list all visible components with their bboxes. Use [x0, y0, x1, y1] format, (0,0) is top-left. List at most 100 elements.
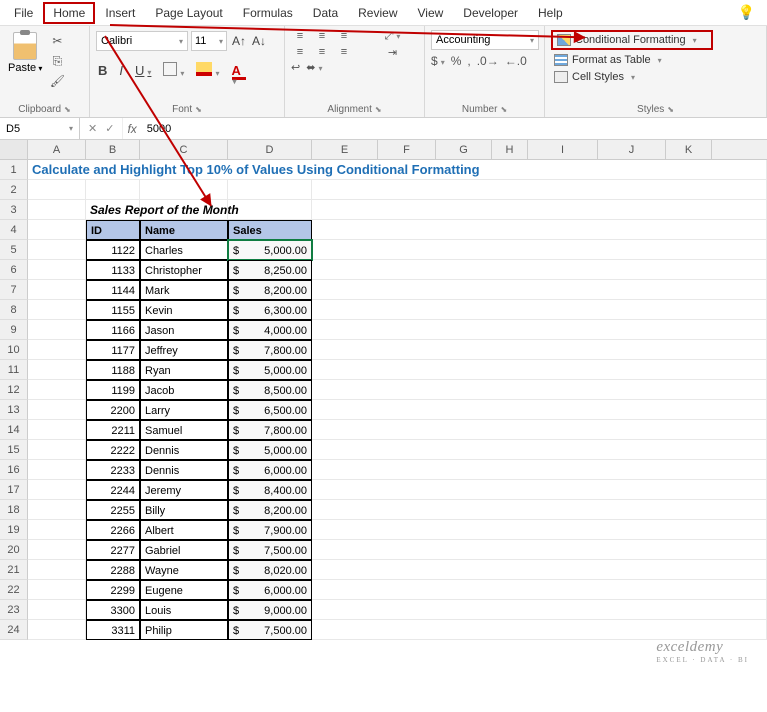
wrap-text-button[interactable]: ↩: [291, 61, 300, 74]
cell-id[interactable]: 2211: [86, 420, 140, 440]
row-header[interactable]: 18: [0, 500, 28, 520]
cell-name[interactable]: Eugene: [140, 580, 228, 600]
col-header-F[interactable]: F: [378, 140, 436, 159]
cell-sales[interactable]: $7,800.00: [228, 420, 312, 440]
decrease-font-button[interactable]: A↓: [250, 34, 268, 48]
cell-sales[interactable]: $6,500.00: [228, 400, 312, 420]
conditional-formatting-button[interactable]: Conditional Formatting: [551, 30, 713, 50]
border-button[interactable]: [161, 62, 186, 79]
cell-name[interactable]: Philip: [140, 620, 228, 640]
cell-name[interactable]: Billy: [140, 500, 228, 520]
header-sales[interactable]: Sales: [228, 220, 312, 240]
cell-name[interactable]: Larry: [140, 400, 228, 420]
row-header[interactable]: 24: [0, 620, 28, 640]
increase-decimal-button[interactable]: .0→: [477, 54, 499, 68]
align-left-button[interactable]: ≡: [291, 46, 309, 59]
bold-button[interactable]: B: [96, 63, 109, 78]
cell-id[interactable]: 1133: [86, 260, 140, 280]
cell-sales[interactable]: $7,800.00: [228, 340, 312, 360]
cell-name[interactable]: Christopher: [140, 260, 228, 280]
row-header[interactable]: 17: [0, 480, 28, 500]
cell-id[interactable]: 2288: [86, 560, 140, 580]
cell-sales[interactable]: $6,000.00: [228, 460, 312, 480]
row-header[interactable]: 7: [0, 280, 28, 300]
cell-name[interactable]: Kevin: [140, 300, 228, 320]
row-header[interactable]: 11: [0, 360, 28, 380]
cell-id[interactable]: 2255: [86, 500, 140, 520]
col-header-C[interactable]: C: [140, 140, 228, 159]
cell-id[interactable]: 2244: [86, 480, 140, 500]
cell-sales[interactable]: $6,300.00: [228, 300, 312, 320]
row-header[interactable]: 1: [0, 160, 28, 180]
cell-id[interactable]: 2266: [86, 520, 140, 540]
formula-input[interactable]: 5000: [141, 118, 177, 139]
cell-id[interactable]: 2222: [86, 440, 140, 460]
cell-name[interactable]: Gabriel: [140, 540, 228, 560]
menu-home[interactable]: Home: [43, 2, 95, 24]
row-header[interactable]: 21: [0, 560, 28, 580]
menu-developer[interactable]: Developer: [453, 2, 528, 24]
cell-name[interactable]: Samuel: [140, 420, 228, 440]
cell-sales[interactable]: $8,200.00: [228, 500, 312, 520]
menu-data[interactable]: Data: [303, 2, 348, 24]
align-bottom-button[interactable]: ≡: [335, 30, 353, 43]
cell-styles-button[interactable]: Cell Styles: [551, 70, 760, 84]
font-size-select[interactable]: 11: [191, 31, 227, 51]
underline-button[interactable]: U: [133, 63, 153, 78]
header-name[interactable]: Name: [140, 220, 228, 240]
row-header[interactable]: 9: [0, 320, 28, 340]
cell-id[interactable]: 2299: [86, 580, 140, 600]
cell-sales[interactable]: $8,500.00: [228, 380, 312, 400]
cell-name[interactable]: Dennis: [140, 440, 228, 460]
row-header[interactable]: 16: [0, 460, 28, 480]
row-header[interactable]: 4: [0, 220, 28, 240]
cell-id[interactable]: 2233: [86, 460, 140, 480]
cell-id[interactable]: 1166: [86, 320, 140, 340]
cell-id[interactable]: 1144: [86, 280, 140, 300]
row-header[interactable]: 22: [0, 580, 28, 600]
orientation-button[interactable]: ⤢: [367, 30, 418, 43]
align-center-button[interactable]: ≡: [313, 46, 331, 59]
row-header[interactable]: 14: [0, 420, 28, 440]
font-name-select[interactable]: Calibri: [96, 31, 188, 51]
row-header[interactable]: 8: [0, 300, 28, 320]
fx-label[interactable]: fx: [123, 118, 140, 139]
col-header-I[interactable]: I: [528, 140, 598, 159]
cell-name[interactable]: Jason: [140, 320, 228, 340]
cell-sales[interactable]: $6,000.00: [228, 580, 312, 600]
italic-button[interactable]: I: [117, 63, 125, 78]
format-as-table-button[interactable]: Format as Table: [551, 53, 760, 67]
menu-help[interactable]: Help: [528, 2, 573, 24]
cell-name[interactable]: Mark: [140, 280, 228, 300]
col-header-J[interactable]: J: [598, 140, 666, 159]
row-header[interactable]: 3: [0, 200, 28, 220]
cell-id[interactable]: 1122: [86, 240, 140, 260]
name-box[interactable]: D5: [0, 118, 80, 139]
col-header-D[interactable]: D: [228, 140, 312, 159]
cell-sales[interactable]: $8,200.00: [228, 280, 312, 300]
row-header[interactable]: 12: [0, 380, 28, 400]
row-header[interactable]: 15: [0, 440, 28, 460]
cell-name[interactable]: Louis: [140, 600, 228, 620]
header-id[interactable]: ID: [86, 220, 140, 240]
row-header[interactable]: 20: [0, 540, 28, 560]
menu-page-layout[interactable]: Page Layout: [145, 2, 232, 24]
row-header[interactable]: 10: [0, 340, 28, 360]
cut-button[interactable]: ✂: [46, 32, 68, 50]
col-header-E[interactable]: E: [312, 140, 378, 159]
col-header-K[interactable]: K: [666, 140, 712, 159]
cell-id[interactable]: 1155: [86, 300, 140, 320]
col-header-G[interactable]: G: [436, 140, 492, 159]
percent-button[interactable]: %: [451, 54, 462, 68]
row-header[interactable]: 6: [0, 260, 28, 280]
cell-sales[interactable]: $8,250.00: [228, 260, 312, 280]
cell-id[interactable]: 1188: [86, 360, 140, 380]
currency-button[interactable]: $: [431, 54, 445, 68]
cell-sales[interactable]: $4,000.00: [228, 320, 312, 340]
cancel-formula-button[interactable]: ✕: [88, 122, 97, 135]
select-all-corner[interactable]: [0, 140, 28, 159]
cell-id[interactable]: 1199: [86, 380, 140, 400]
paste-button[interactable]: Paste: [6, 30, 44, 92]
cell-title[interactable]: Calculate and Highlight Top 10% of Value…: [28, 160, 767, 180]
cell-subtitle[interactable]: Sales Report of the Month: [86, 200, 140, 220]
